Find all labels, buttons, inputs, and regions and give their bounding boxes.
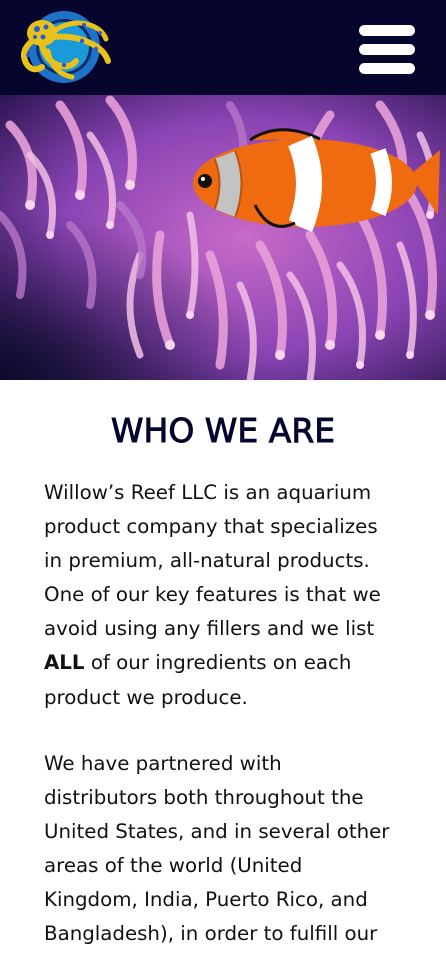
paragraph-line: Kingdom, India, Puerto Rico, and [44, 888, 368, 912]
paragraph-line: ALL of our ingredients on each [44, 646, 410, 680]
paragraph-line: in premium, all-natural products. [44, 549, 370, 573]
hamburger-menu-icon-bar [359, 63, 415, 74]
paragraph-line: avoid using any fillers and we list [44, 617, 375, 641]
octopus-logo-icon[interactable] [12, 7, 114, 87]
paragraph-line: One of our key features is that we [44, 583, 381, 607]
about-paragraph: Willow’s Reef LLC is an aquarium product… [44, 476, 410, 715]
paragraph-line: Bangladesh), in order to fulfill our [44, 922, 378, 946]
paragraph-line: Willow’s Reef LLC is an aquarium [44, 481, 372, 504]
menu-button[interactable] [356, 24, 418, 74]
partners-paragraph: We have partnered with distributors both… [44, 747, 410, 952]
hamburger-menu-icon-bar [359, 44, 415, 55]
paragraph-line: areas of the world (United [44, 854, 303, 878]
paragraph-line: product company that specializes [44, 515, 378, 539]
clownfish-in-anemone-image [0, 95, 446, 380]
hero-image [0, 95, 446, 380]
paragraph-line: United States, and in several other [44, 820, 390, 844]
site-header [0, 0, 446, 95]
who-we-are-section: WHO WE ARE Willow’s Reef LLC is an aquar… [0, 380, 446, 960]
paragraph-line-rest: of our ingredients on each [84, 651, 352, 675]
hamburger-menu-icon [359, 25, 415, 36]
paragraph-line: distributors both throughout the [44, 786, 364, 810]
paragraph-line: We have partnered with [44, 752, 282, 775]
section-title: WHO WE ARE [110, 411, 336, 451]
paragraph-line: product we produce. [44, 685, 248, 709]
emphasis-all: ALL [44, 651, 85, 675]
